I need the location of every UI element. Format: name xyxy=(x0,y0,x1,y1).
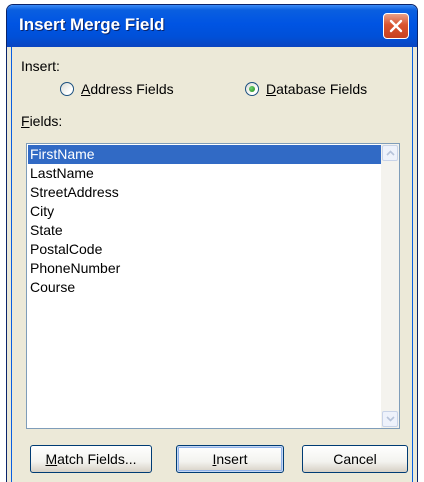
radio-selected-dot xyxy=(249,86,255,92)
scroll-down-arrow-icon xyxy=(385,416,395,422)
vertical-scrollbar[interactable] xyxy=(381,144,399,428)
list-item-lastname[interactable]: LastName xyxy=(28,164,381,183)
list-item-phonenumber[interactable]: PhoneNumber xyxy=(28,259,381,278)
scroll-down-button[interactable] xyxy=(382,411,398,427)
scroll-up-arrow-icon xyxy=(385,150,395,156)
address-fields-radio-circle[interactable] xyxy=(60,82,74,96)
database-fields-radio[interactable]: Database Fields xyxy=(245,81,367,97)
insert-label: Insert: xyxy=(21,58,60,74)
insert-merge-field-dialog: Insert Merge Field Insert: Address Field… xyxy=(6,4,418,482)
list-item-course[interactable]: Course xyxy=(28,278,381,297)
database-fields-label: Database Fields xyxy=(266,81,368,97)
match-fields-button[interactable]: Match Fields... xyxy=(30,445,152,473)
list-item-firstname[interactable]: FirstName xyxy=(28,145,381,164)
list-item-postalcode[interactable]: PostalCode xyxy=(28,240,381,259)
address-fields-label: Address Fields xyxy=(81,81,174,97)
list-item-city[interactable]: City xyxy=(28,202,381,221)
list-item-streetaddress[interactable]: StreetAddress xyxy=(28,183,381,202)
insert-button-label: Insert xyxy=(212,451,248,467)
scroll-up-button[interactable] xyxy=(382,145,398,161)
close-icon xyxy=(389,19,403,33)
fields-label: Fields: xyxy=(21,113,63,129)
fields-list: FirstName LastName StreetAddress City St… xyxy=(28,145,381,427)
cancel-button-label: Cancel xyxy=(333,451,377,467)
database-fields-radio-circle[interactable] xyxy=(245,82,259,96)
close-button[interactable] xyxy=(383,13,409,39)
fields-listbox[interactable]: FirstName LastName StreetAddress City St… xyxy=(26,143,400,429)
cancel-button[interactable]: Cancel xyxy=(302,445,408,473)
address-fields-radio[interactable]: Address Fields xyxy=(60,81,174,97)
list-item-state[interactable]: State xyxy=(28,221,381,240)
match-fields-label: Match Fields... xyxy=(45,451,137,467)
title-bar[interactable]: Insert Merge Field xyxy=(7,5,417,47)
dialog-title: Insert Merge Field xyxy=(19,15,165,34)
insert-button[interactable]: Insert xyxy=(176,445,284,473)
dialog-body: Insert: Address Fields Database Fields F… xyxy=(11,47,413,482)
